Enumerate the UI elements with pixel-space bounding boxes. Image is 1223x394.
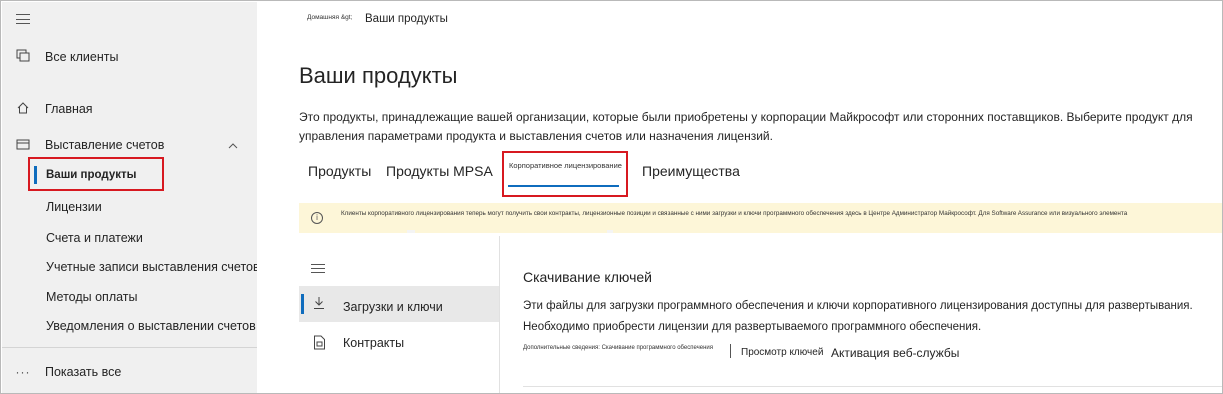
sidebar-item-bills-payments[interactable]: Счета и платежи [2,227,257,249]
chevron-up-icon[interactable] [228,138,238,149]
banner-text: Клиенты корпоративного лицензирования те… [341,210,1128,217]
section-description: Эти файлы для загрузки программного обес… [523,300,1193,333]
highlight-box-tab [502,151,628,197]
tab-mpsa-products[interactable]: Продукты MPSA [386,163,493,179]
scan-artifact [607,230,613,233]
sidebar-item-label: Методы оплаты [46,290,138,304]
contract-document-icon [313,335,327,351]
info-icon: i [311,212,323,224]
info-banner: i Клиенты корпоративного лицензирования … [299,203,1222,233]
download-icon [313,296,327,312]
sidebar-item-licenses[interactable]: Лицензии [2,196,257,218]
windows-stack-icon [15,49,31,65]
page-description: Это продукты, принадлежащие вашей органи… [299,110,1193,143]
sidebar-item-show-all[interactable]: ··· Показать все [2,361,257,383]
subnav-item-contracts[interactable]: Контракты [343,336,404,350]
more-horizontal-icon: ··· [15,365,31,379]
activate-web-service-link[interactable]: Активация веб-службы [831,346,959,360]
main-content: Домашняя &gt; Ваши продукты Ваши продукт… [257,2,1222,393]
sidebar-item-billing[interactable]: Выставление счетов [2,134,257,156]
window: Все клиенты Главная Выставление счетов В… [0,0,1223,394]
more-info-link[interactable]: Дополнительные сведения: Скачивание прог… [523,345,713,351]
selected-indicator [301,294,304,314]
sidebar-item-label: Лицензии [46,200,102,214]
menu-icon[interactable] [16,14,30,24]
breadcrumb-current: Ваши продукты [365,13,448,25]
sidebar-item-label: Все клиенты [45,50,119,64]
section-divider [523,386,1222,387]
sidebar-item-label: Показать все [45,365,122,379]
highlight-box-sidebar [28,157,164,191]
sidebar-item-home[interactable]: Главная [2,98,257,120]
sidebar-divider [2,347,257,348]
page-title: Ваши продукты [299,63,458,88]
section-title: Скачивание ключей [523,269,652,285]
view-keys-link[interactable]: Просмотр ключей [741,347,823,358]
separator [730,344,731,358]
panel-divider [499,236,500,393]
sidebar-item-billing-notifications[interactable]: Уведомления о выставлении счетов [2,315,257,337]
sidebar-item-all-clients[interactable]: Все клиенты [2,46,257,68]
sidebar-item-label: Учетные записи выставления счетов [46,260,260,274]
tab-benefits[interactable]: Преимущества [642,163,740,179]
sidebar-item-label: Уведомления о выставлении счетов [46,319,256,333]
breadcrumb-home[interactable]: Домашняя &gt; [307,14,352,21]
tab-products[interactable]: Продукты [308,163,371,179]
sidebar-item-label: Главная [45,102,93,116]
sidebar-item-payment-methods[interactable]: Методы оплаты [2,286,257,308]
subnav-item-label: Загрузки и ключи [343,300,443,314]
menu-icon[interactable] [311,264,325,273]
sub-navigation: Загрузки и ключи Контракты [299,236,499,393]
sidebar-item-billing-accounts[interactable]: Учетные записи выставления счетов [2,256,260,278]
credit-card-icon [15,137,31,153]
scan-artifact [407,230,415,233]
sidebar-item-label: Счета и платежи [46,231,143,245]
sidebar-item-label: Выставление счетов [45,138,165,152]
sidebar: Все клиенты Главная Выставление счетов В… [2,2,260,393]
home-icon [15,101,31,117]
